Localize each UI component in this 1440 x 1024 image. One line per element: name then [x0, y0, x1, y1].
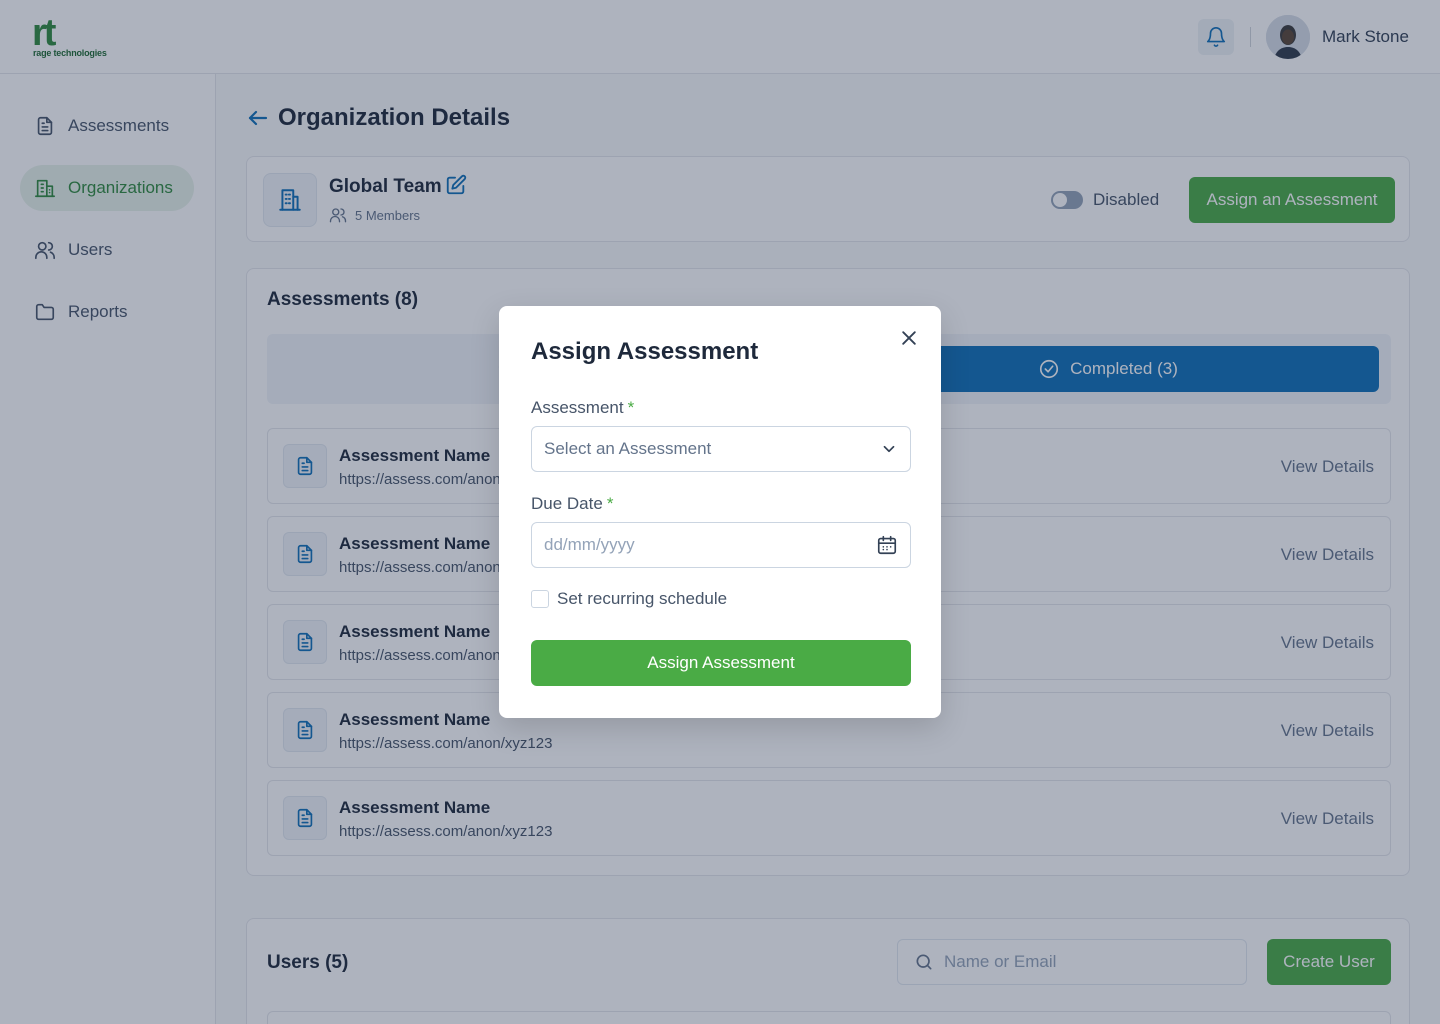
- app-root: rt rage technologies Mark Stone Assessme…: [0, 0, 1440, 1024]
- modal-title: Assign Assessment: [531, 338, 759, 365]
- due-date-label-text: Due Date: [531, 494, 603, 513]
- recurring-label[interactable]: Set recurring schedule: [557, 589, 727, 609]
- assessment-label-text: Assessment: [531, 398, 624, 417]
- chevron-down-icon: [883, 445, 895, 453]
- due-date-input[interactable]: [544, 535, 844, 555]
- assign-assessment-modal: Assign Assessment Assessment * Select an …: [499, 306, 941, 718]
- assessment-select-value: Select an Assessment: [544, 439, 712, 458]
- calendar-icon[interactable]: [876, 534, 898, 556]
- due-date-field-label: Due Date *: [531, 494, 613, 514]
- required-mark: *: [627, 398, 635, 417]
- assign-assessment-submit-button[interactable]: Assign Assessment: [531, 640, 911, 686]
- required-mark: *: [606, 494, 614, 513]
- assessment-field-label: Assessment *: [531, 398, 634, 418]
- close-button[interactable]: [897, 326, 921, 350]
- close-icon: [902, 331, 916, 345]
- recurring-checkbox[interactable]: [531, 590, 549, 608]
- due-date-field: [531, 522, 911, 568]
- assessment-select[interactable]: Select an Assessment: [531, 426, 911, 472]
